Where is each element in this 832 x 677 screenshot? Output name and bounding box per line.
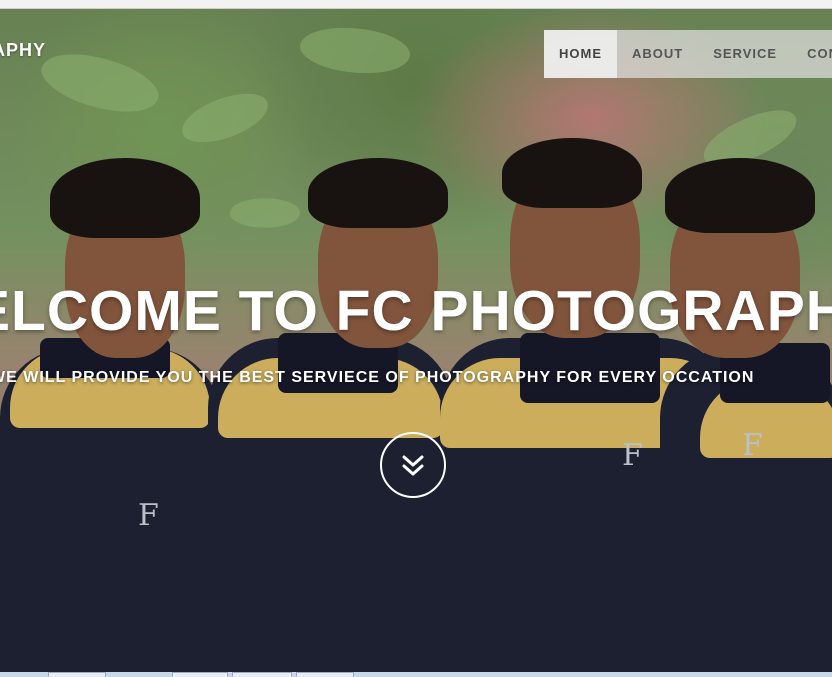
nav-item-home[interactable]: HOME — [544, 30, 617, 78]
taskbar — [0, 672, 832, 677]
nav-item-contact[interactable]: CONT — [792, 30, 832, 78]
double-chevron-down-icon — [402, 455, 424, 476]
browser-viewport: F F F APHY — [0, 0, 832, 677]
window-top-border — [0, 0, 832, 9]
taskbar-button[interactable] — [172, 672, 228, 677]
nav-item-about[interactable]: ABOUT — [617, 30, 698, 78]
site-brand[interactable]: APHY — [0, 40, 46, 61]
hero-headline: ELCOME TO FC PHOTOGRAPHY — [0, 279, 832, 343]
taskbar-button[interactable] — [296, 672, 354, 677]
taskbar-button[interactable] — [232, 672, 292, 677]
scroll-down-button[interactable] — [380, 432, 446, 498]
taskbar-button[interactable] — [48, 672, 106, 677]
hero-subline: WE WILL PROVIDE YOU THE BEST SERVIECE OF… — [0, 369, 755, 386]
nav-item-service[interactable]: SERVICE — [698, 30, 792, 78]
main-navigation: HOME ABOUT SERVICE CONT — [544, 30, 832, 78]
